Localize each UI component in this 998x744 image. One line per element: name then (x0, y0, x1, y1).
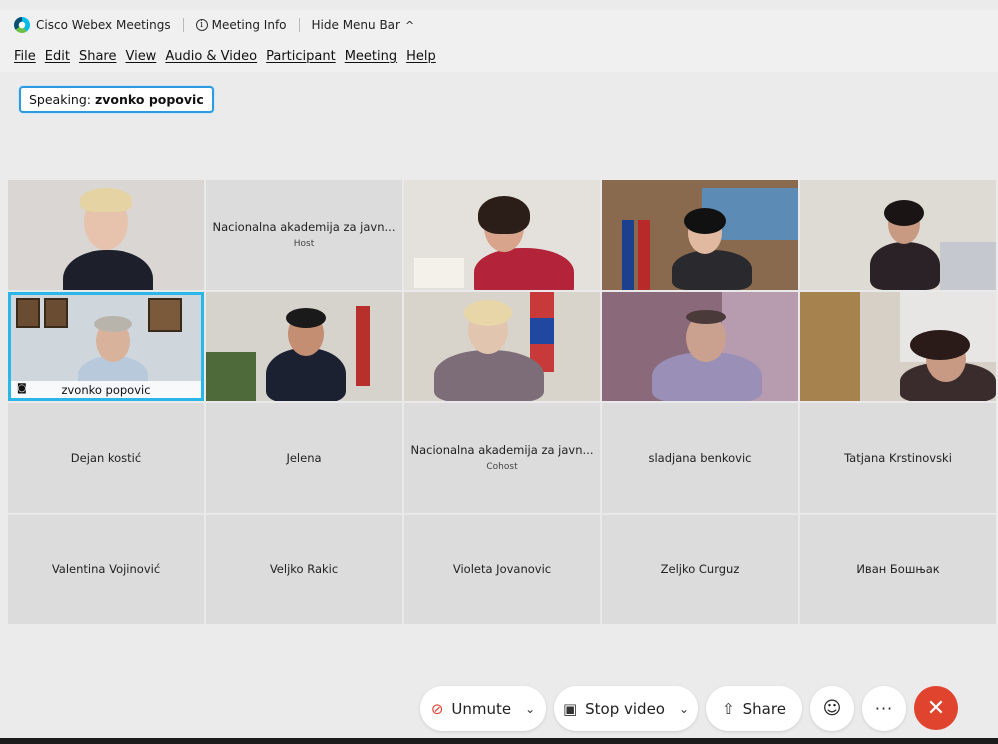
menu-share[interactable]: Share (79, 49, 117, 64)
participant-name: Tatjana Krstinovski (844, 450, 952, 465)
webex-meeting-window: Cisco Webex Meetings i Meeting Info Hide… (0, 0, 998, 744)
video-feed (800, 291, 996, 401)
participant-video-grid: Nacionalna akademija za javn... Host ◙ z… (8, 180, 996, 624)
menu-view[interactable]: View (125, 49, 156, 64)
info-icon: i (195, 19, 208, 31)
participant-tile[interactable] (602, 291, 798, 401)
participant-name: Jelena (286, 450, 322, 465)
meeting-controls-bar: ⊘ Unmute ⌄ ▣ Stop video ⌄ ⇧ Share ☺ ··· … (0, 686, 998, 732)
webex-logo-icon (14, 17, 30, 33)
smiley-icon: ☺ (822, 698, 842, 719)
participant-tile[interactable]: Nacionalna akademija za javn... Cohost (404, 403, 600, 513)
participant-name: Dejan kostić (70, 450, 142, 465)
participant-tile[interactable] (800, 180, 996, 290)
participant-tile[interactable] (404, 180, 600, 290)
video-feed (800, 180, 996, 290)
title-bar: Cisco Webex Meetings i Meeting Info Hide… (0, 10, 998, 40)
divider (182, 18, 184, 32)
participant-tile[interactable] (8, 180, 204, 290)
share-label: Share (742, 699, 786, 718)
menu-bar: File Edit Share View Audio & Video Parti… (0, 40, 998, 72)
share-button[interactable]: ⇧ Share (706, 686, 802, 731)
active-speaker-indicator: Speaking: zvonko popovic (19, 86, 214, 113)
headset-icon: ◙ (17, 383, 27, 394)
mic-muted-icon: ⊘ (430, 699, 444, 718)
participant-name-bar: ◙ zvonko popovic (11, 381, 201, 398)
participant-tile[interactable] (206, 291, 402, 401)
chevron-down-icon[interactable]: ⌄ (679, 702, 689, 716)
menu-audio-video[interactable]: Audio & Video (165, 49, 257, 64)
participant-name: Nacionalna akademija za javn... (212, 220, 396, 235)
video-feed (404, 291, 600, 401)
participant-name: Zeljko Curguz (660, 562, 740, 577)
participant-tile[interactable]: Valentina Vojinović (8, 514, 204, 624)
menu-meeting[interactable]: Meeting (345, 49, 397, 64)
participant-name: Nacionalna akademija za javn... (410, 443, 594, 458)
close-x-icon: ✕ (926, 695, 946, 721)
more-dots-icon: ··· (874, 699, 894, 718)
participant-tile[interactable]: Jelena (206, 403, 402, 513)
participant-name: zvonko popovic (61, 382, 151, 397)
speaking-name: zvonko popovic (95, 92, 204, 107)
meeting-info-label: Meeting Info (211, 18, 287, 32)
participant-name: Veljko Rakic (269, 562, 339, 577)
share-upload-icon: ⇧ (722, 699, 735, 718)
video-feed (206, 292, 402, 401)
taskbar-edge (0, 738, 998, 744)
hide-menu-bar-button[interactable]: Hide Menu Bar ^ (312, 18, 415, 32)
participant-name: Иван Бошњак (856, 562, 940, 577)
participant-tile[interactable]: Violeta Jovanovic (404, 514, 600, 624)
participant-tile[interactable] (602, 180, 798, 290)
unmute-label: Unmute (451, 699, 512, 718)
menu-help[interactable]: Help (406, 49, 436, 64)
speaking-label: Speaking: (29, 92, 91, 107)
menu-file[interactable]: File (14, 49, 36, 64)
stop-video-label: Stop video (585, 699, 665, 718)
end-meeting-button[interactable]: ✕ (914, 686, 958, 730)
participant-role: Host (293, 239, 315, 250)
participant-tile[interactable]: Nacionalna akademija za javn... Host (206, 180, 402, 290)
participant-tile[interactable]: Dejan kostić (8, 403, 204, 513)
unmute-button[interactable]: ⊘ Unmute ⌄ (420, 686, 546, 731)
more-options-button[interactable]: ··· (862, 686, 906, 731)
menu-participant[interactable]: Participant (266, 49, 336, 64)
video-feed (602, 180, 798, 290)
stop-video-button[interactable]: ▣ Stop video ⌄ (554, 686, 698, 731)
participant-tile-active-speaker[interactable]: ◙ zvonko popovic (8, 291, 204, 401)
app-name: Cisco Webex Meetings (36, 18, 171, 32)
participant-role: Cohost (486, 462, 518, 473)
participant-name: Violeta Jovanovic (452, 562, 552, 577)
meeting-info-button[interactable]: i Meeting Info (195, 18, 287, 32)
participant-tile[interactable]: Veljko Rakic (206, 514, 402, 624)
video-feed (8, 180, 204, 290)
participant-name: Valentina Vojinović (51, 562, 161, 577)
participant-tile[interactable]: sladjana benkovic (602, 403, 798, 513)
participant-tile[interactable]: Zeljko Curguz (602, 514, 798, 624)
chevron-up-icon: ^ (404, 18, 415, 32)
video-feed (602, 291, 798, 401)
participant-tile[interactable] (404, 291, 600, 401)
chevron-down-icon[interactable]: ⌄ (525, 702, 535, 716)
video-camera-icon: ▣ (562, 699, 578, 718)
menu-edit[interactable]: Edit (45, 49, 70, 64)
participant-tile[interactable]: Tatjana Krstinovski (800, 403, 996, 513)
participant-name: sladjana benkovic (648, 450, 752, 465)
participant-tile[interactable]: Иван Бошњак (800, 514, 996, 624)
hide-menu-bar-label: Hide Menu Bar (311, 18, 400, 32)
reactions-button[interactable]: ☺ (810, 686, 854, 731)
video-feed (404, 180, 600, 290)
participant-tile[interactable] (800, 291, 996, 401)
divider (298, 18, 300, 32)
